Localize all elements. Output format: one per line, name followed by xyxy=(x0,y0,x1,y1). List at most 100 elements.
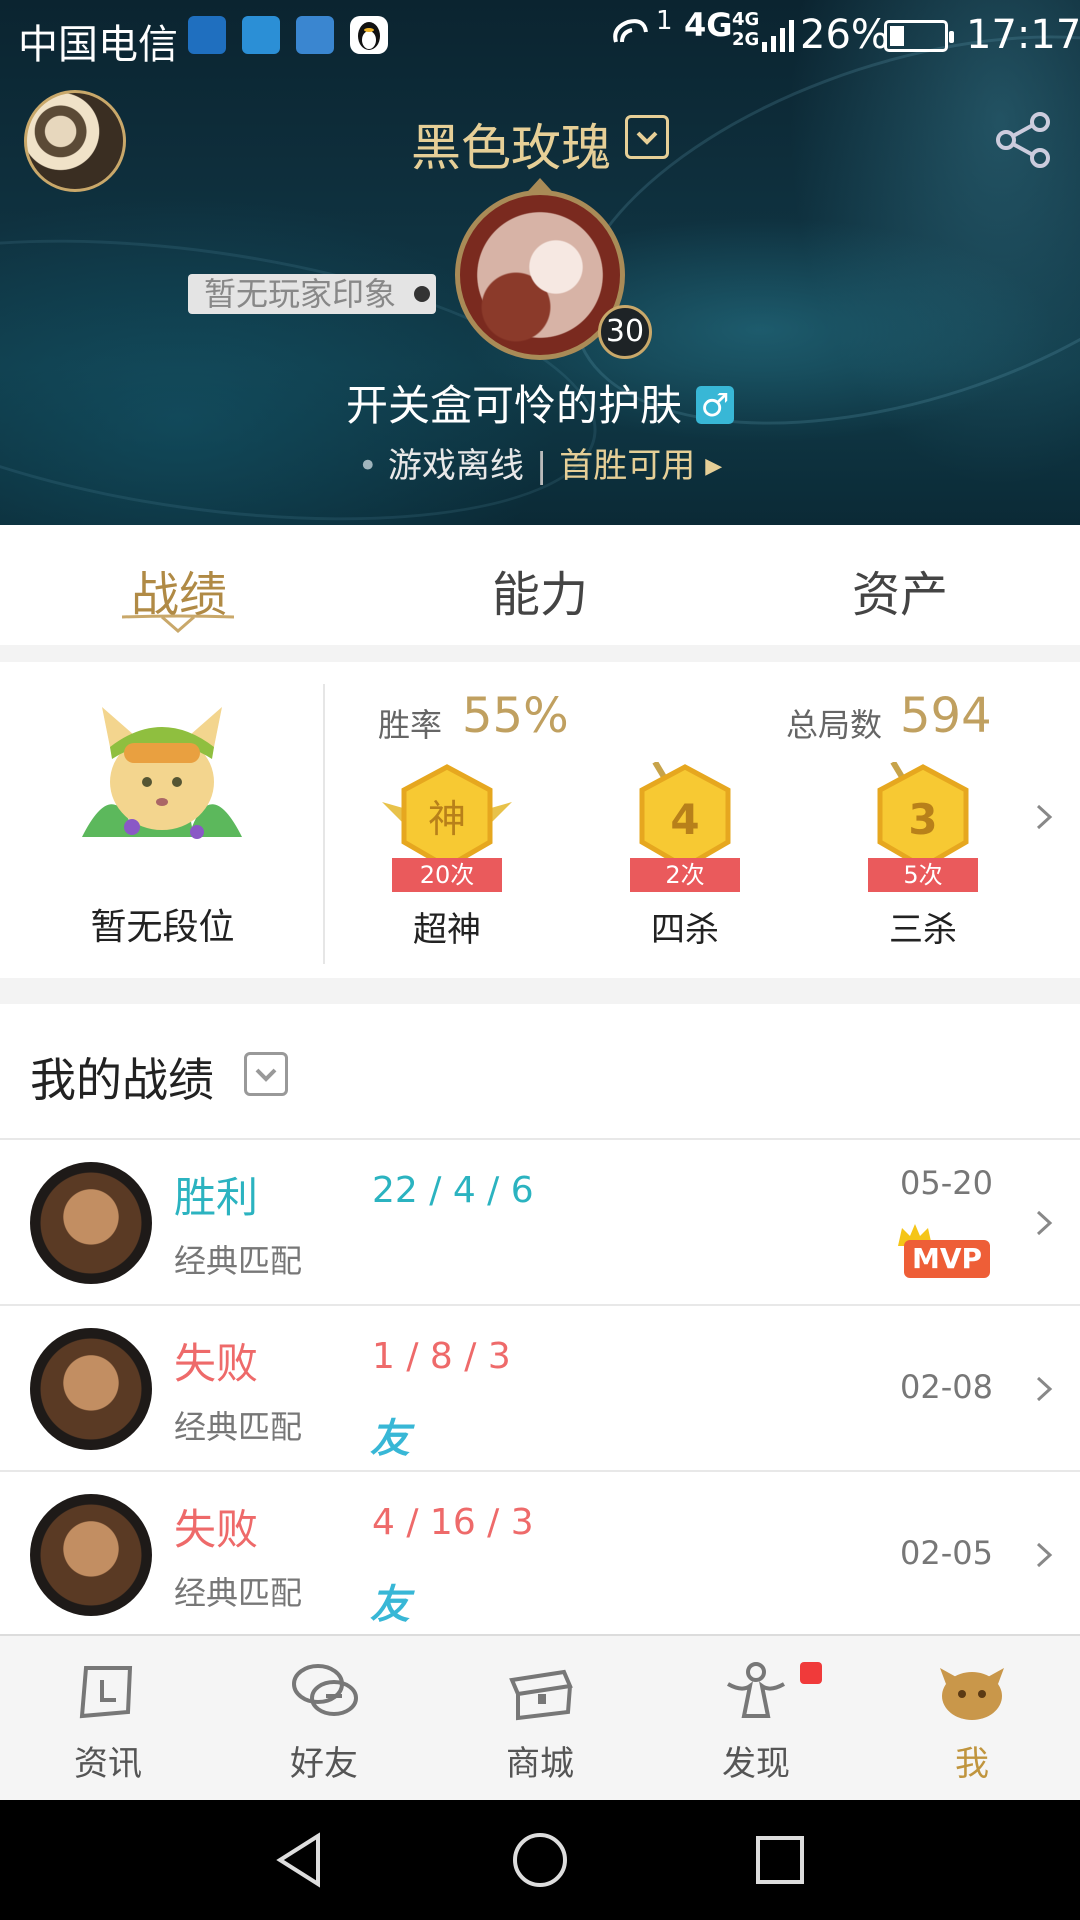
signal-bars-icon xyxy=(762,20,794,52)
match-mode: 经典匹配 xyxy=(174,1242,303,1280)
caret-right-icon[interactable]: ▶ xyxy=(705,454,722,479)
match-date: 05-20 xyxy=(900,1164,993,1202)
medal-count: 20次 xyxy=(392,858,502,892)
bottom-tab-bar: 资讯 好友 商城 发现 我 xyxy=(0,1634,1080,1800)
mvp-badge: MVP xyxy=(904,1240,990,1278)
champion-avatar xyxy=(30,1162,152,1284)
chat-bubbles-icon xyxy=(292,1664,358,1716)
nav-label: 发现 xyxy=(722,1744,790,1784)
chevron-right-icon[interactable] xyxy=(1034,1208,1054,1238)
network-type: 4G xyxy=(684,6,733,44)
chevron-right-icon[interactable] xyxy=(1034,1540,1054,1570)
chevron-down-icon[interactable] xyxy=(244,1052,288,1096)
match-mode: 经典匹配 xyxy=(174,1574,303,1612)
medal-name: 三杀 xyxy=(889,910,957,950)
active-tab-indicator xyxy=(122,614,234,633)
profile-header: 中国电信 1 4G 4G 2G 26% 17:17 黑色玫瑰 暂无玩家印象 30… xyxy=(0,0,1080,525)
chevron-down-icon[interactable] xyxy=(625,115,669,159)
match-row[interactable]: 胜利 经典匹配 22 / 4 / 6 05-20 MVP xyxy=(0,1138,1080,1304)
battery-icon xyxy=(884,20,954,52)
hotspot-icon xyxy=(613,19,648,43)
nav-discover[interactable]: 发现 xyxy=(648,1636,864,1802)
match-result: 胜利 xyxy=(174,1173,259,1222)
qq-penguin-icon xyxy=(350,16,388,54)
medal-count: 2次 xyxy=(630,858,740,892)
winrate-label: 胜率 xyxy=(378,706,443,744)
player-title[interactable]: 黑色玫瑰 xyxy=(0,108,1080,180)
winrate-value: 55% xyxy=(462,688,569,744)
champion-avatar xyxy=(30,1328,152,1450)
medal-name: 四杀 xyxy=(651,910,719,950)
home-circle-icon[interactable] xyxy=(510,1830,570,1890)
game-state-text: 游戏离线 xyxy=(387,446,524,486)
news-icon xyxy=(79,1666,133,1719)
player-impression-tag[interactable]: 暂无玩家印象 xyxy=(188,274,437,314)
carrier-label: 中国电信 xyxy=(18,22,178,68)
chevron-right-icon[interactable] xyxy=(1034,802,1054,832)
medal-count: 5次 xyxy=(868,858,978,892)
nav-label: 商城 xyxy=(506,1744,574,1784)
tab-assets[interactable]: 资产 xyxy=(750,555,1050,625)
nav-me[interactable]: 我 xyxy=(864,1636,1080,1802)
medal-name: 超神 xyxy=(413,910,481,950)
summoner-name-text: 开关盒可怜的护肤 xyxy=(345,381,682,430)
friend-badge: 友 xyxy=(370,1416,410,1462)
unranked-teemo-icon xyxy=(82,707,242,839)
poro-me-icon xyxy=(940,1668,1004,1720)
stats-card[interactable]: 暂无段位 胜率 55% 总局数 594 神 20次 超神 4 2次 四杀 3 5… xyxy=(0,662,1080,978)
notification-dot xyxy=(800,1662,822,1684)
match-date: 02-08 xyxy=(900,1368,993,1406)
tab-ability[interactable]: 能力 xyxy=(390,555,690,625)
player-title-text: 黑色玫瑰 xyxy=(411,119,611,177)
health-icon xyxy=(296,16,334,54)
nav-news[interactable]: 资讯 xyxy=(0,1636,216,1802)
battery-percent: 26% xyxy=(800,12,889,58)
nav-label: 我 xyxy=(955,1744,989,1784)
discover-icon xyxy=(727,1662,785,1718)
champion-avatar xyxy=(30,1494,152,1616)
match-kda: 1 / 8 / 3 xyxy=(372,1336,511,1377)
status-bar: 中国电信 1 4G 4G 2G 26% 17:17 xyxy=(0,0,1080,70)
profile-tabs: 战绩 能力 资产 xyxy=(0,525,1080,645)
status-dot-icon: • xyxy=(357,446,378,486)
match-row[interactable]: 失败 经典匹配 1 / 8 / 3 友 02-08 xyxy=(0,1304,1080,1470)
total-games-label: 总局数 xyxy=(786,706,883,744)
match-date: 02-05 xyxy=(900,1534,993,1572)
match-row[interactable]: 失败 经典匹配 4 / 16 / 3 友 02-05 xyxy=(0,1470,1080,1636)
level-badge: 30 xyxy=(598,305,652,359)
match-kda: 22 / 4 / 6 xyxy=(372,1170,534,1211)
anchor-icon xyxy=(188,16,226,54)
male-gender-icon: ♂ xyxy=(696,386,734,424)
back-triangle-icon[interactable] xyxy=(270,1830,330,1890)
online-state: • 游戏离线 | 首胜可用 ▶ xyxy=(0,438,1080,487)
exui-icon xyxy=(242,16,280,54)
match-kda: 4 / 16 / 3 xyxy=(372,1502,534,1543)
summoner-name: 开关盒可怜的护肤 ♂ xyxy=(0,372,1080,433)
recents-square-icon[interactable] xyxy=(750,1830,810,1890)
clock: 17:17 xyxy=(966,12,1080,58)
section-title: 我的战绩 xyxy=(30,1053,214,1107)
match-mode: 经典匹配 xyxy=(174,1408,303,1446)
chevron-right-icon[interactable] xyxy=(1034,1374,1054,1404)
medal-glyph: 4 xyxy=(670,795,699,844)
signal-sup: 1 xyxy=(656,6,673,36)
match-history: 我的战绩 胜利 经典匹配 22 / 4 / 6 05-20 MVP 失败 经典匹… xyxy=(0,1004,1080,1634)
nav-shop[interactable]: 商城 xyxy=(432,1636,648,1802)
system-navigation-bar xyxy=(0,1800,1080,1920)
first-win-link[interactable]: 首胜可用 xyxy=(559,446,695,486)
nav-friends[interactable]: 好友 xyxy=(216,1636,432,1802)
medal-glyph: 3 xyxy=(908,795,937,844)
network-type-secondary: 4G 2G xyxy=(732,9,760,50)
total-games-value: 594 xyxy=(900,688,992,744)
nav-label: 好友 xyxy=(290,1744,358,1784)
match-result: 失败 xyxy=(174,1339,259,1388)
treasure-chest-icon xyxy=(509,1669,573,1721)
medal-glyph: 神 xyxy=(428,797,466,841)
friend-badge: 友 xyxy=(370,1582,410,1628)
match-result: 失败 xyxy=(174,1505,259,1554)
share-icon[interactable] xyxy=(992,108,1056,172)
divider xyxy=(323,684,325,964)
nav-label: 资讯 xyxy=(74,1744,142,1784)
rank-label: 暂无段位 xyxy=(90,907,235,948)
separator: | xyxy=(535,446,548,486)
